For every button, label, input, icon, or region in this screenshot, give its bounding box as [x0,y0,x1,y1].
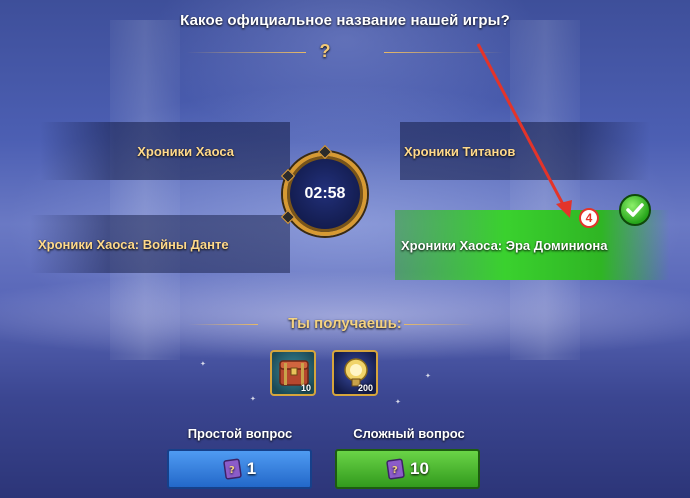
answer-label: Хроники Хаоса: Войны Данте [38,236,229,252]
simple-question-button[interactable]: ? 1 [167,449,312,489]
ticket-icon: ? [223,458,242,480]
sparkle: ✦ [425,373,431,380]
answer-option-1[interactable]: Хроники Хаоса [40,122,290,180]
question-mark: ? [319,41,331,61]
annotation-badge: 4 [579,208,599,228]
checkmark-icon [619,194,651,226]
answer-option-2[interactable]: Хроники Титанов [400,122,650,180]
reward-item-potion[interactable]: 200 [332,350,378,396]
sparkle: ✦ [250,396,256,403]
simple-question-label: Простой вопрос [187,426,293,441]
ticket-icon: ? [386,458,405,480]
rewards-title: Ты получаешь: [288,315,402,332]
divider-line [404,324,474,325]
background-pillar [510,20,580,360]
hard-question-cost: 10 [410,459,429,478]
divider-line [384,52,504,53]
reward-quantity: 10 [300,383,311,393]
question-text: Какое официальное название нашей игры? [180,12,510,29]
countdown-timer: 02:58 [283,152,367,236]
answer-label: Хроники Титанов [404,143,516,159]
reward-quantity: 200 [357,383,373,393]
sparkle: ✦ [200,361,206,368]
svg-text:?: ? [392,465,398,476]
sparkle: ✦ [395,399,401,406]
reward-item-chest[interactable]: 10 [270,350,316,396]
answer-label: Хроники Хаоса [137,143,234,159]
divider-line [188,324,258,325]
answer-label: Хроники Хаоса: Эра Доминиона [401,237,608,253]
hard-question-button[interactable]: ? 10 [335,449,480,489]
answer-option-3[interactable]: Хроники Хаоса: Войны Данте [30,215,290,273]
hard-question-label: Сложный вопрос [353,426,465,441]
background-pillar [110,20,180,360]
divider-line [186,52,306,53]
timer-value: 02:58 [304,185,346,202]
svg-text:?: ? [229,465,235,476]
simple-question-cost: 1 [246,459,257,478]
